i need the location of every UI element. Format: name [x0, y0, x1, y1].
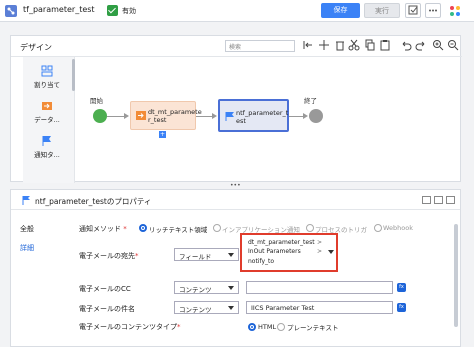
design-title: デザイン [20, 43, 52, 52]
field-path-1: dt_mt_parameter_test [248, 239, 315, 246]
check-icon [408, 5, 418, 15]
radio-html[interactable] [248, 323, 256, 331]
expression-button[interactable]: fx [397, 283, 406, 292]
field-path-2: InOut Parameters [248, 248, 301, 255]
node-name-line2: est [236, 117, 246, 125]
dock-bottom-button[interactable] [422, 196, 431, 204]
check-button[interactable] [405, 3, 421, 18]
valid-check-icon [107, 5, 118, 16]
palette-item-assignment[interactable]: 割り当て [25, 65, 69, 89]
palette-item-label: 通知タ... [34, 151, 60, 159]
path-separator: > [317, 248, 323, 255]
radio-webhook[interactable] [374, 224, 382, 232]
step-palette: 割り当て データ... 通知タ... [23, 57, 75, 183]
taskflow-title[interactable]: tf_parameter_test [23, 5, 95, 14]
radio-plain-text[interactable] [277, 323, 285, 331]
paste-icon[interactable] [379, 39, 391, 51]
connector-arrow [303, 113, 308, 119]
fit-left-icon[interactable] [302, 39, 314, 51]
palette-item-label: 割り当て [34, 81, 60, 89]
zoom-in-icon[interactable] [432, 39, 444, 51]
properties-header: ntf_parameter_testのプロパティ [11, 190, 460, 210]
data-task-node[interactable]: dt_mt_paramete r_test [130, 101, 202, 130]
email-subject-type-select[interactable]: コンテンツ [174, 301, 239, 314]
option-html[interactable]: HTML [258, 323, 276, 331]
dock-side-button[interactable] [434, 196, 443, 204]
connector [196, 116, 213, 117]
cut-icon[interactable] [348, 39, 360, 51]
email-subject-label: 電子メールの件名 [79, 305, 135, 313]
app-logo-icon [450, 6, 460, 16]
chevron-down-icon [328, 250, 334, 254]
data-task-icon [42, 102, 52, 110]
option-webhook[interactable]: Webhook [383, 224, 413, 232]
valid-label: 有効 [122, 7, 136, 15]
toolbar-divider [11, 56, 462, 57]
move-icon[interactable] [318, 39, 330, 51]
dots-icon [429, 9, 437, 12]
email-to-field-picker[interactable]: dt_mt_parameter_test > InOut Parameters … [240, 233, 338, 272]
notify-flag-icon [22, 196, 30, 205]
search-input[interactable]: 検索 [225, 40, 295, 52]
data-task-icon [136, 111, 146, 120]
copy-icon[interactable] [364, 39, 376, 51]
nav-general[interactable]: 全般 [20, 224, 34, 234]
palette-item-notify[interactable]: 通知タ... [25, 135, 69, 159]
top-bar: tf_parameter_test 有効 保存 実行 [0, 0, 474, 22]
redo-icon[interactable] [415, 39, 427, 51]
properties-title: ntf_parameter_testのプロパティ [35, 197, 152, 206]
assignment-icon [41, 65, 53, 77]
delete-icon[interactable] [334, 39, 346, 51]
email-to-type-select[interactable]: フィールド [174, 248, 239, 261]
palette-item-label: データ... [34, 116, 60, 124]
nav-details[interactable]: 詳細 [20, 243, 34, 253]
start-label: 開始 [90, 97, 103, 105]
chevron-down-icon [228, 286, 234, 290]
email-subject-input[interactable]: IICS Parameter Test [246, 301, 393, 314]
node-name-line2: r_test [148, 116, 167, 124]
run-button[interactable]: 実行 [364, 3, 400, 18]
properties-panel: ntf_parameter_testのプロパティ [10, 189, 461, 347]
palette-item-data-task[interactable]: データ... [25, 100, 69, 124]
node-name-line1: ntf_parameter_t [236, 109, 289, 117]
notify-flag-icon [42, 136, 51, 146]
undo-icon[interactable] [400, 39, 412, 51]
connector-arrow [124, 113, 129, 119]
taskflow-icon [5, 5, 17, 17]
save-button[interactable]: 保存 [321, 3, 360, 18]
more-button[interactable] [425, 3, 441, 18]
content-type-label: 電子メールのコンテンツタイプ* [79, 323, 181, 331]
email-cc-label: 電子メールのCC [79, 285, 131, 293]
notify-method-label: 通知メソッド * [79, 225, 127, 233]
email-cc-type-select[interactable]: コンテンツ [174, 281, 239, 294]
option-rich-text[interactable]: リッチテキスト領域 [149, 224, 207, 234]
radio-in-app[interactable] [213, 224, 221, 232]
path-separator: > [317, 239, 323, 246]
notify-task-node[interactable]: ntf_parameter_t est [218, 99, 289, 132]
expression-button[interactable]: fx [397, 303, 406, 312]
field-path-3: notify_to [248, 258, 275, 265]
chevron-down-icon [228, 253, 234, 257]
notify-flag-icon [225, 112, 234, 121]
end-label: 終了 [304, 97, 317, 105]
email-cc-input[interactable] [246, 281, 393, 294]
option-plain-text[interactable]: プレーンテキスト [287, 322, 338, 332]
connector-arrow [212, 113, 217, 119]
connector [289, 116, 304, 117]
node-name-line1: dt_mt_paramete [148, 108, 202, 116]
radio-process-trigger[interactable] [306, 224, 314, 232]
zoom-out-icon[interactable] [447, 39, 459, 51]
email-to-label: 電子メールの宛先* [79, 252, 139, 260]
properties-scrollbar[interactable] [454, 224, 458, 327]
chevron-down-icon [228, 306, 234, 310]
maximize-button[interactable] [446, 196, 455, 204]
palette-scrollbar[interactable] [72, 59, 75, 91]
add-step-button[interactable]: + [159, 131, 166, 138]
end-node[interactable] [309, 109, 323, 123]
panel-splitter[interactable]: ••• [230, 183, 241, 189]
start-node[interactable] [93, 109, 107, 123]
connector [107, 116, 125, 117]
radio-rich-text[interactable] [139, 224, 147, 232]
